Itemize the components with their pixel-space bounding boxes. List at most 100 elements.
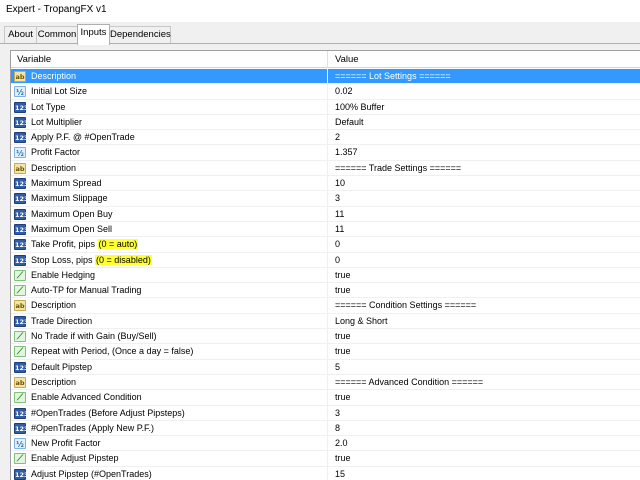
variable-name: Default Pipstep (31, 360, 92, 375)
input-row[interactable]: 123 #OpenTrades (Before Adjust Pipsteps) 3 (11, 405, 640, 421)
cell-separator (327, 99, 328, 115)
tab-dependencies[interactable]: Dependencies (109, 26, 171, 44)
input-row[interactable]: ⟋ Auto-TP for Manual Trading true (11, 283, 640, 299)
value-cell[interactable]: 0 (335, 253, 340, 268)
tab-about[interactable]: About (4, 26, 37, 44)
cell-separator (327, 420, 328, 436)
variable-name: Maximum Open Buy (31, 207, 113, 222)
value-cell[interactable]: ====== Lot Settings ====== (335, 69, 451, 84)
variable-name: Trade Direction (31, 314, 92, 329)
input-row[interactable]: 123 Adjust Pipstep (#OpenTrades) 15 (11, 466, 640, 480)
input-row[interactable]: 123 Default Pipstep 5 (11, 359, 640, 375)
value-cell[interactable]: true (335, 283, 351, 298)
variable-label: Take Profit, pips (31, 239, 98, 250)
tab-bar: About Common Inputs Dependencies (0, 22, 640, 45)
input-row[interactable]: 123 #OpenTrades (Apply New P.F.) 8 (11, 420, 640, 437)
input-row[interactable]: 123 Take Profit, pips (0 = auto) 0 (11, 237, 640, 253)
input-row[interactable]: ab Description ====== Lot Settings ====== (11, 69, 640, 85)
cell-separator (327, 252, 328, 268)
value-cell[interactable]: Default (335, 115, 364, 130)
input-row[interactable]: 123 Maximum Open Sell 11 (11, 221, 640, 238)
variable-label: #OpenTrades (Apply New P.F.) (31, 422, 155, 433)
variable-label: Enable Advanced Condition (31, 392, 142, 403)
variable-label: New Profit Factor (31, 438, 101, 449)
variable-name: Description (31, 298, 76, 313)
value-cell[interactable]: ====== Condition Settings ====== (335, 298, 476, 313)
value-cell[interactable]: true (335, 268, 351, 283)
input-row[interactable]: ⟋ Enable Advanced Condition true (11, 390, 640, 406)
value-cell[interactable]: 11 (335, 222, 344, 237)
string-icon: ab (14, 162, 26, 174)
variable-name: Enable Hedging (31, 268, 95, 283)
input-row[interactable]: ½ Initial Lot Size 0.02 (11, 84, 640, 100)
variable-label: Description (31, 71, 77, 81)
value-cell[interactable]: true (335, 390, 351, 405)
variable-label: Default Pipstep (31, 361, 93, 372)
input-row[interactable]: 123 Maximum Slippage 3 (11, 191, 640, 207)
integer-icon: 123 (14, 132, 29, 144)
variable-label: Apply P.F. @ #OpenTrade (31, 132, 135, 143)
input-row[interactable]: 123 Maximum Spread 10 (11, 176, 640, 192)
grid-rows: ab Description ====== Lot Settings ====== ½… (11, 69, 640, 480)
variable-name: Repeat with Period, (Once a day = false) (31, 344, 193, 359)
cell-separator (327, 390, 328, 406)
input-row[interactable]: ab Description ====== Advanced Condition =… (11, 374, 640, 391)
value-cell[interactable]: Long & Short (335, 314, 388, 329)
value-cell[interactable]: true (335, 451, 351, 466)
input-row[interactable]: ⟋ Repeat with Period, (Once a day = false… (11, 344, 640, 360)
input-row[interactable]: ab Description ====== Trade Settings =====… (11, 160, 640, 177)
highlighted-note: (0 = auto) (97, 239, 139, 250)
input-row[interactable]: ⟋ Enable Adjust Pipstep true (11, 451, 640, 467)
value-cell[interactable]: 3 (335, 191, 340, 206)
input-row[interactable]: ⟋ Enable Hedging true (11, 267, 640, 284)
column-separator[interactable] (327, 51, 328, 68)
input-row[interactable]: 123 Lot Type 100% Buffer (11, 99, 640, 115)
tab-common[interactable]: Common (36, 26, 78, 44)
value-cell[interactable]: 2.0 (335, 436, 348, 451)
double-icon: ½ (14, 438, 26, 450)
value-cell[interactable]: 1.357 (335, 145, 358, 160)
value-cell[interactable]: 10 (335, 176, 345, 191)
cell-separator (327, 206, 328, 222)
input-row[interactable]: ⟋ No Trade if with Gain (Buy/Sell) true (11, 329, 640, 345)
value-cell[interactable]: 0.02 (335, 84, 353, 99)
inputs-grid: Variable Value ab Description ====== Lot S… (10, 50, 640, 480)
value-cell[interactable]: 5 (335, 360, 340, 375)
integer-icon: 123 (14, 361, 29, 373)
input-row[interactable]: 123 Maximum Open Buy 11 (11, 206, 640, 222)
variable-label: Maximum Slippage (31, 193, 108, 204)
value-cell[interactable]: 100% Buffer (335, 100, 384, 115)
variable-label: Description (31, 376, 77, 387)
input-row[interactable]: 123 Stop Loss, pips (0 = disabled) 0 (11, 252, 640, 268)
value-cell[interactable]: 2 (335, 130, 340, 145)
string-icon: ab (14, 376, 26, 388)
value-cell[interactable]: ====== Trade Settings ====== (335, 161, 461, 176)
tab-inputs[interactable]: Inputs (77, 24, 110, 45)
input-row[interactable]: 123 Apply P.F. @ #OpenTrade 2 (11, 130, 640, 146)
cell-separator (327, 160, 328, 176)
input-row[interactable]: ½ Profit Factor 1.357 (11, 145, 640, 161)
input-row[interactable]: 123 Trade Direction Long & Short (11, 313, 640, 330)
cell-separator (327, 313, 328, 329)
string-icon: ab (14, 71, 26, 82)
input-row[interactable]: ab Description ====== Condition Settings =… (11, 298, 640, 314)
value-cell[interactable]: 8 (335, 421, 340, 436)
cell-separator (327, 221, 328, 237)
variable-label: Enable Adjust Pipstep (31, 453, 119, 464)
variable-name: Profit Factor (31, 145, 80, 160)
value-cell[interactable]: ====== Advanced Condition ====== (335, 375, 483, 390)
value-cell[interactable]: 11 (335, 207, 344, 222)
value-cell[interactable]: 3 (335, 406, 340, 421)
column-header-value[interactable]: Value (335, 51, 359, 68)
value-cell[interactable]: 15 (335, 467, 345, 480)
column-header-variable[interactable]: Variable (17, 51, 51, 68)
integer-icon: 123 (14, 208, 29, 220)
value-cell[interactable]: true (335, 344, 351, 359)
cell-separator (327, 130, 328, 146)
input-row[interactable]: ½ New Profit Factor 2.0 (11, 436, 640, 452)
value-cell[interactable]: true (335, 329, 351, 344)
variable-label: Adjust Pipstep (#OpenTrades) (31, 468, 152, 479)
value-cell[interactable]: 0 (335, 237, 340, 252)
integer-icon: 123 (14, 254, 29, 266)
input-row[interactable]: 123 Lot Multiplier Default (11, 114, 640, 131)
